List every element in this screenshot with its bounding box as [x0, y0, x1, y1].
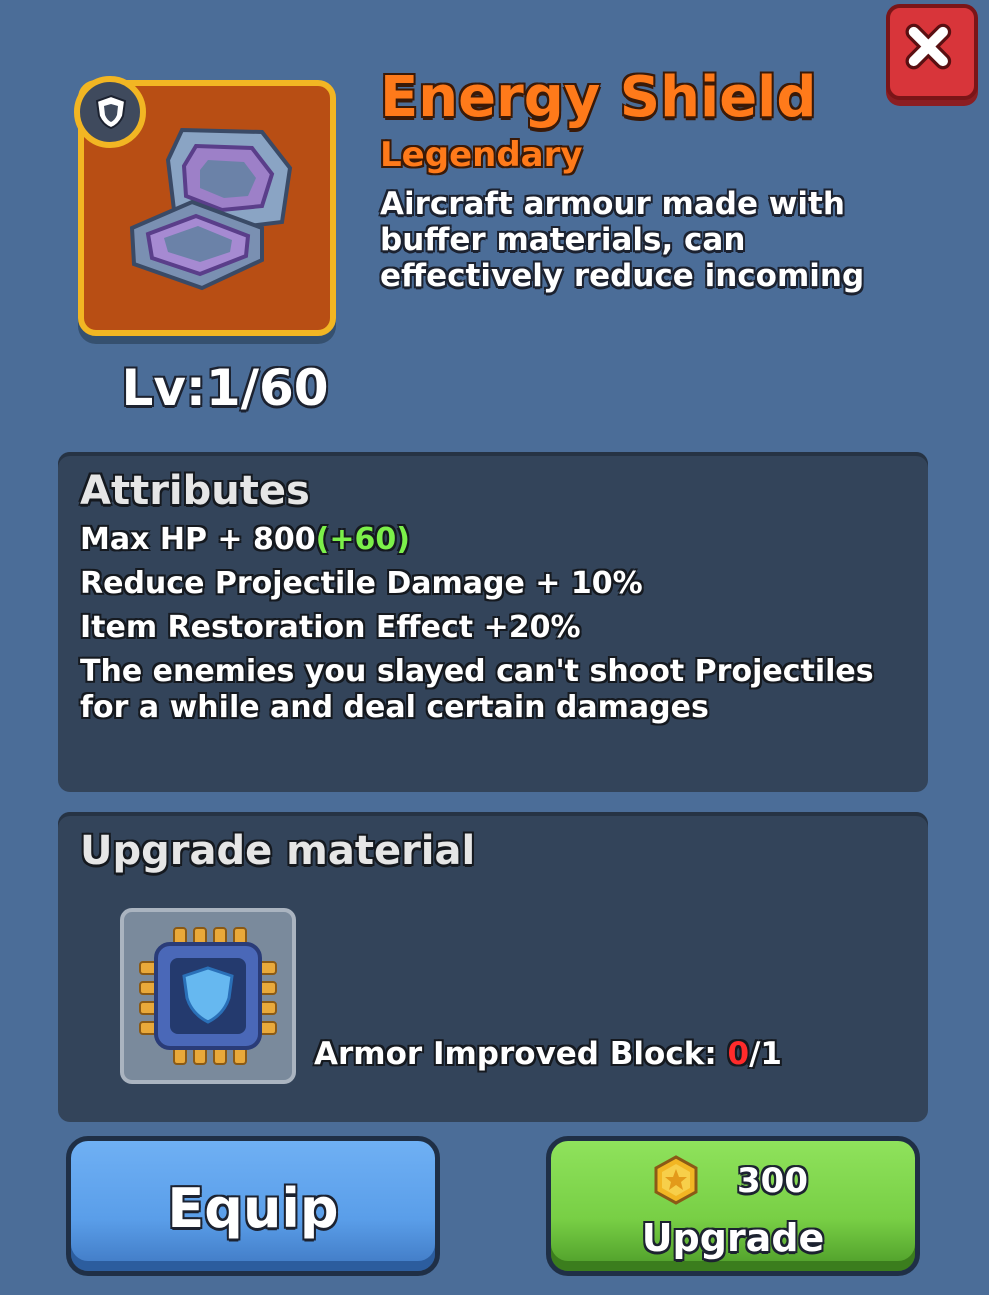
shield-armor-icon	[129, 127, 293, 291]
material-required-count: /1	[749, 1036, 783, 1072]
equip-button-label: Equip	[167, 1177, 339, 1240]
close-button[interactable]	[886, 4, 978, 100]
attribute-max-hp: Max HP + 800(+60)	[80, 522, 920, 558]
attribute-special-effect: The enemies you slayed can't shoot Proje…	[80, 654, 874, 725]
item-description: Aircraft armour made with buffer materia…	[380, 186, 865, 294]
attribute-list: Max HP + 800(+60) Reduce Projectile Dama…	[80, 522, 920, 734]
upgrade-material-title: Upgrade material	[80, 828, 476, 874]
close-icon	[905, 23, 952, 70]
description-line: buffer materials, can	[380, 222, 746, 258]
attributes-section: Attributes Max HP + 800(+60) Reduce Proj…	[58, 452, 928, 792]
material-slot[interactable]	[120, 908, 296, 1084]
attributes-title: Attributes	[80, 468, 310, 514]
upgrade-cost: 300	[737, 1161, 808, 1201]
attribute-projectile-damage: Reduce Projectile Damage + 10%	[80, 566, 643, 601]
attribute-hp-base: Max HP + 800	[80, 522, 316, 557]
attribute-hp-bonus: (+60)	[315, 522, 410, 557]
material-owned-count: 0	[727, 1036, 750, 1072]
upgrade-button[interactable]: 300 Upgrade	[546, 1136, 920, 1276]
upgrade-material-section: Upgrade material Armor Improved Block: 0…	[58, 812, 928, 1122]
upgrade-button-label: Upgrade	[641, 1216, 825, 1260]
attribute-restoration: Item Restoration Effect +20%	[80, 610, 581, 645]
description-line: effectively reduce incoming	[380, 258, 865, 294]
description-line: Aircraft armour made with	[380, 186, 845, 222]
armor-block-chip-icon	[139, 927, 277, 1065]
gold-coin-icon	[654, 1155, 698, 1205]
item-detail-panel: Lv:1/60 Energy Shield Legendary Aircraft…	[0, 0, 989, 1295]
item-rarity: Legendary	[380, 135, 583, 175]
item-type-badge	[74, 76, 146, 148]
item-name: Energy Shield	[380, 65, 817, 130]
material-name: Armor Improved Block:	[314, 1036, 728, 1072]
item-level: Lv:1/60	[121, 359, 329, 417]
shield-badge-icon	[95, 94, 127, 130]
equip-button[interactable]: Equip	[66, 1136, 440, 1276]
material-requirement: Armor Improved Block: 0/1	[314, 1034, 782, 1074]
